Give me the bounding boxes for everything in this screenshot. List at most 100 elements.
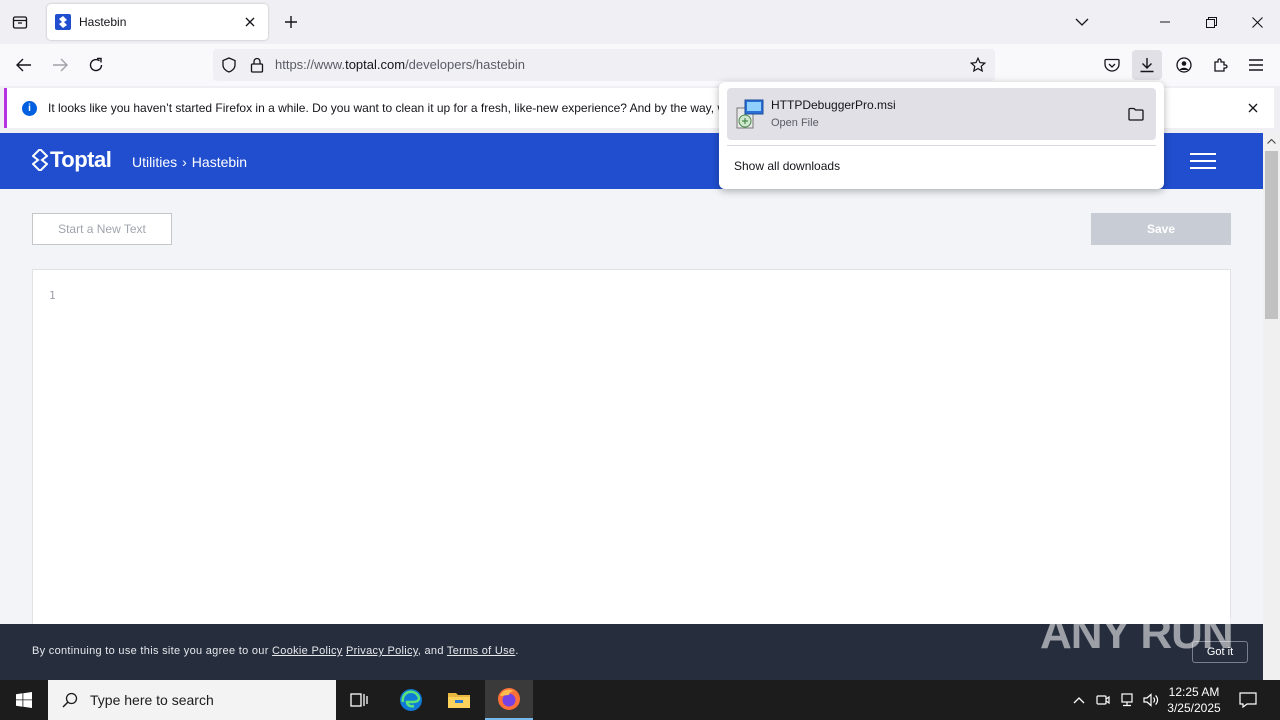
task-view-icon [350,693,368,707]
anyrun-watermark: ANY RUN [1040,609,1234,658]
menu-icon-line [1190,153,1216,155]
save-button[interactable]: Save [1091,213,1231,245]
tab-hastebin[interactable]: Hastebin [47,4,268,40]
extensions-button[interactable] [1205,50,1235,80]
line-number: 1 [49,289,56,302]
start-new-text-button[interactable]: Start a New Text [32,213,172,245]
search-icon [62,692,78,708]
clock-date: 3/25/2025 [1167,701,1221,715]
chevron-up-icon [1073,696,1085,703]
breadcrumb: Utilities › Hastebin [132,154,247,170]
account-button[interactable] [1169,50,1199,80]
minimize-button[interactable] [1145,8,1185,36]
close-icon [1248,103,1258,113]
cookie-prefix: By continuing to use this site you agree… [32,645,273,657]
cookie-text: By continuing to use this site you agree… [32,645,519,657]
back-button[interactable] [10,51,38,79]
close-icon [245,17,255,27]
taskbar-clock[interactable]: 12:25 AM 3/25/2025 [1164,684,1224,716]
msi-installer-icon [736,99,764,129]
breadcrumb-utilities[interactable]: Utilities [132,154,177,170]
volume-icon[interactable] [1141,690,1161,710]
windows-logo-icon [16,692,32,708]
reload-icon [89,57,103,72]
downloads-panel: HTTPDebuggerPro.msi Open File Show all d… [719,82,1164,189]
file-explorer-taskbar-button[interactable] [435,680,483,720]
windows-taskbar: Type here to search 12:25 AM 3/25/2025 [0,680,1280,720]
logo-text: Toptal [50,147,112,172]
folder-icon [448,693,470,708]
action-center-button[interactable] [1238,690,1258,710]
search-placeholder: Type here to search [90,692,214,708]
url-path: /developers/hastebin [405,57,526,72]
taskbar-search-box[interactable]: Type here to search [48,680,336,720]
restore-button[interactable] [1191,8,1231,36]
url-bar[interactable]: https://www.toptal.com/developers/hasteb… [213,49,995,81]
menu-icon-line [1190,167,1216,169]
edge-taskbar-button[interactable] [387,680,435,720]
start-button[interactable] [0,680,48,720]
page-scrollbar[interactable] [1263,133,1280,680]
show-in-folder-button[interactable] [1126,104,1146,124]
list-all-tabs-button[interactable] [1062,8,1102,36]
cookie-and: , and [417,645,447,657]
firefox-taskbar-button[interactable] [485,680,533,720]
network-icon[interactable] [1117,690,1137,710]
edge-icon [400,689,422,711]
shield-icon[interactable] [221,57,237,73]
pocket-icon [1104,58,1120,72]
restore-icon [1205,16,1217,28]
info-icon: i [22,100,37,116]
tab-close-button[interactable] [240,12,260,32]
site-menu-button[interactable] [1190,153,1216,169]
clock-time: 12:25 AM [1168,685,1220,699]
url-text[interactable]: https://www.toptal.com/developers/hasteb… [275,57,525,72]
reload-button[interactable] [82,51,110,79]
tab-title: Hastebin [79,15,127,29]
download-icon [1140,58,1154,73]
new-tab-button[interactable] [278,8,304,36]
close-window-button[interactable] [1237,8,1277,36]
pocket-button[interactable] [1097,50,1127,80]
arrow-right-icon [53,58,68,72]
tab-strip: Hastebin [0,0,1280,44]
account-icon [1176,57,1192,73]
scroll-up-arrow-icon[interactable] [1263,133,1280,150]
star-icon[interactable] [970,57,986,73]
privacy-policy-link[interactable]: Privacy Policy [346,645,418,657]
menu-icon [1249,59,1263,71]
firefox-view-button[interactable] [6,8,34,36]
forward-button[interactable] [46,51,74,79]
notification-icon [1239,692,1257,708]
terms-of-use-link[interactable]: Terms of Use [447,645,515,657]
downloads-button[interactable] [1132,50,1162,80]
firefox-icon [498,688,520,710]
download-status: Open File [771,117,819,129]
show-hidden-icons-button[interactable] [1069,690,1089,710]
task-view-button[interactable] [336,680,384,720]
download-filename: HTTPDebuggerPro.msi [771,98,896,112]
lock-icon[interactable] [250,57,264,73]
notification-message: It looks like you haven’t started Firefo… [48,101,738,115]
toptal-favicon-icon [55,14,71,30]
plus-icon [285,16,297,28]
download-item[interactable]: HTTPDebuggerPro.msi Open File [727,88,1156,140]
toptal-logo[interactable]: Toptal [32,147,112,173]
downloads-divider [727,145,1156,146]
navigation-toolbar: https://www.toptal.com/developers/hasteb… [0,44,1280,86]
close-icon [1251,16,1263,28]
cookie-policy-link[interactable]: Cookie Policy [272,645,343,657]
breadcrumb-separator: › [182,154,187,170]
arrow-left-icon [16,58,31,72]
app-menu-button[interactable] [1241,50,1271,80]
toptal-logo-icon [32,149,48,171]
meet-now-icon[interactable] [1093,690,1113,710]
breadcrumb-hastebin[interactable]: Hastebin [192,154,247,170]
firefox-view-icon [12,16,28,29]
folder-icon [1128,107,1144,121]
page-content: Toptal Utilities › Hastebin Start a New … [0,133,1263,680]
notification-close-button[interactable] [1244,99,1262,117]
url-domain: toptal.com [345,57,406,72]
show-all-downloads-link[interactable]: Show all downloads [734,159,840,173]
scrollbar-thumb[interactable] [1265,151,1278,319]
